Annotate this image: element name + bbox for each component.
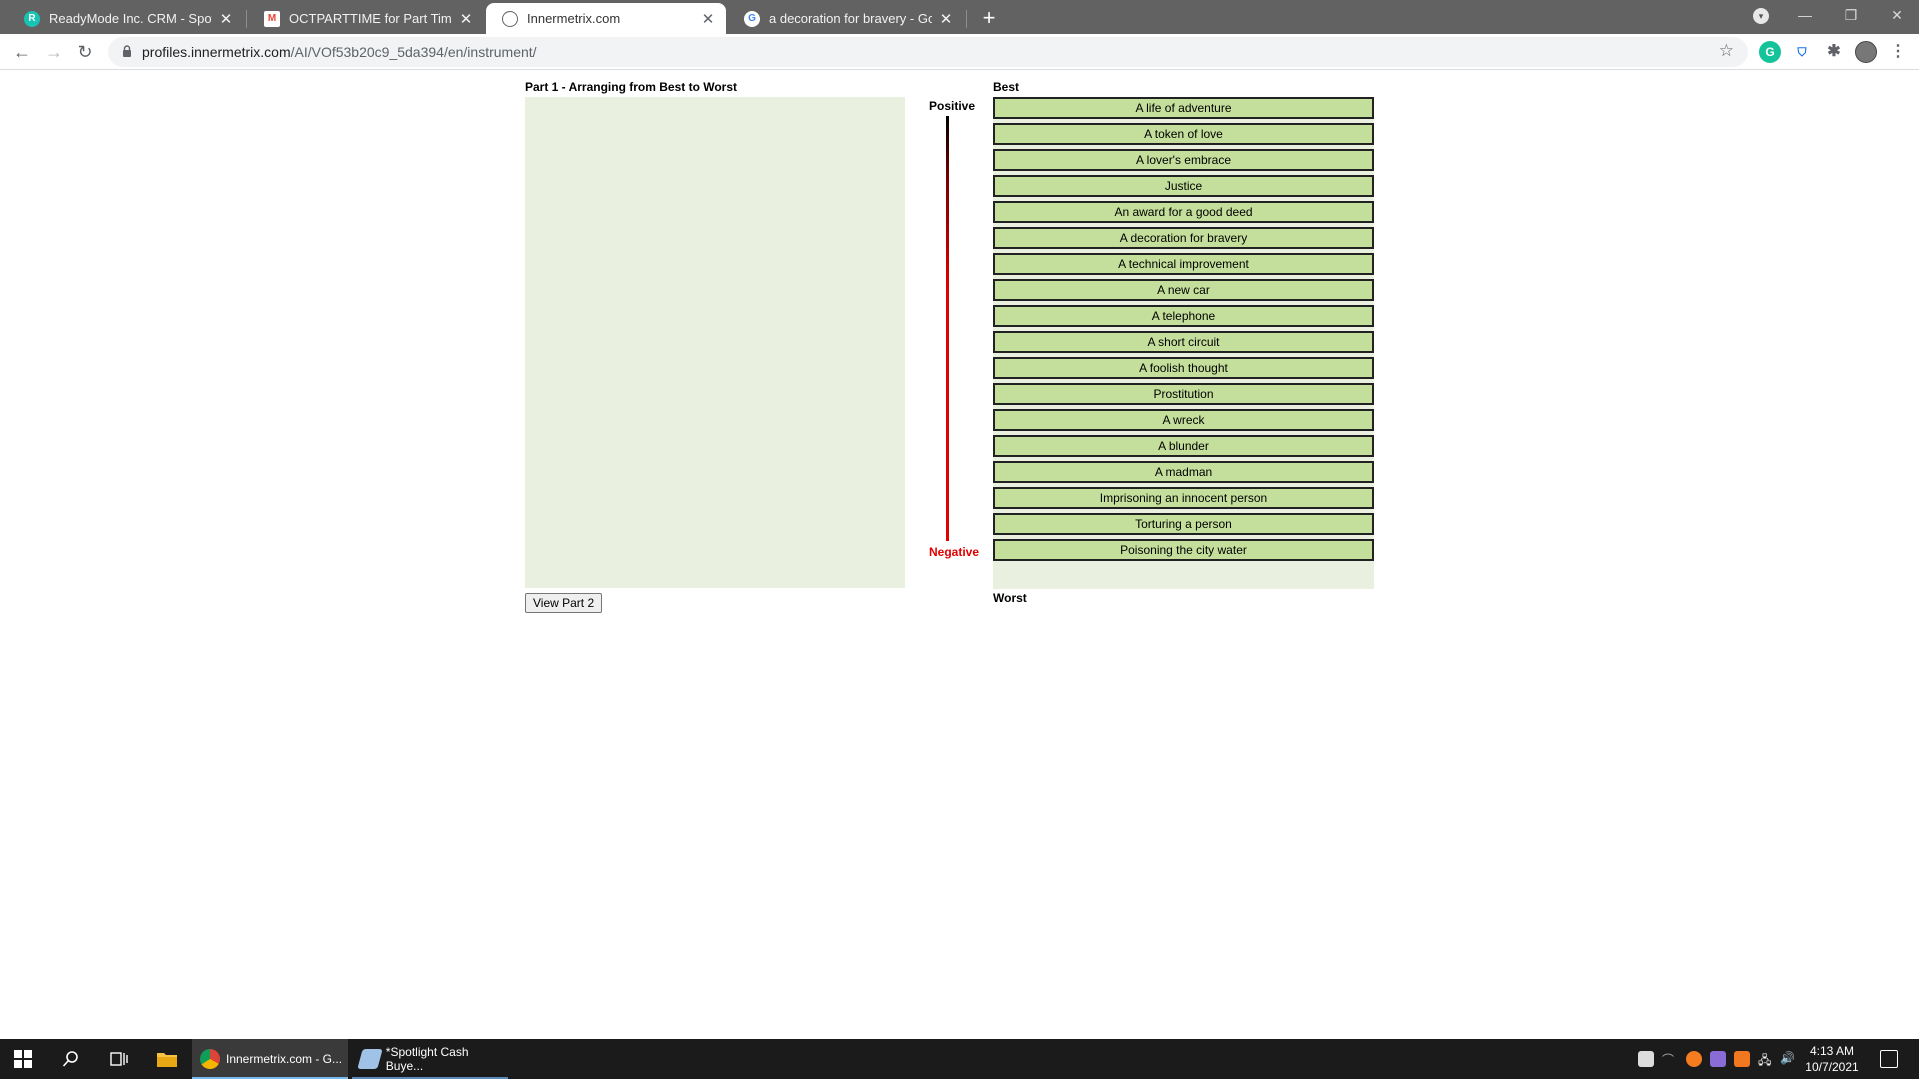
list-item[interactable]: Prostitution xyxy=(993,383,1374,405)
list-item[interactable]: Poisoning the city water xyxy=(993,539,1374,561)
tab-gmail[interactable]: M OCTPARTTIME for Part Time App ✕ xyxy=(248,3,484,34)
list-item[interactable]: A new car xyxy=(993,279,1374,301)
list-item[interactable]: A technical improvement xyxy=(993,253,1374,275)
tab-google-search[interactable]: G a decoration for bravery - Google ✕ xyxy=(728,3,964,34)
google-favicon-icon: G xyxy=(744,10,760,27)
worst-label: Worst xyxy=(993,591,1027,605)
tab-innermetrix[interactable]: Innermetrix.com ✕ xyxy=(486,3,726,34)
search-icon[interactable] xyxy=(48,1039,94,1079)
clock-time: 4:13 AM xyxy=(1809,1044,1855,1058)
taskbar-app-label: *Spotlight Cash Buye... xyxy=(385,1045,469,1073)
tab-search-icon[interactable]: ▾ xyxy=(1753,8,1769,24)
best-label: Best xyxy=(993,80,1020,94)
view-part-2-button[interactable]: View Part 2 xyxy=(525,593,603,613)
notepad-icon xyxy=(357,1049,383,1069)
url-text: profiles.innermetrix.com/AI/VOf53b20c9_5… xyxy=(142,44,537,60)
list-item[interactable]: Torturing a person xyxy=(993,513,1374,535)
tray-orange-icon[interactable] xyxy=(1686,1051,1702,1067)
close-icon[interactable]: ✕ xyxy=(938,10,954,28)
browser-toolbar: ← → ↻ profiles.innermetrix.com/AI/VOf53b… xyxy=(0,34,1919,70)
list-item[interactable]: A lover's embrace xyxy=(993,149,1374,171)
tab-title: ReadyMode Inc. CRM - Spotlight xyxy=(49,11,212,26)
taskbar-app-chrome[interactable]: Innermetrix.com - G... xyxy=(192,1039,348,1079)
ranking-drop-area[interactable] xyxy=(525,97,905,588)
tray-z-icon[interactable] xyxy=(1734,1051,1750,1067)
tab-separator xyxy=(966,10,967,28)
windows-taskbar: Innermetrix.com - G... *Spotlight Cash B… xyxy=(0,1039,1919,1079)
minimize-icon[interactable]: — xyxy=(1782,0,1828,30)
tray-app-icon[interactable] xyxy=(1638,1051,1654,1067)
reload-icon[interactable]: ↻ xyxy=(71,38,99,66)
shield-extension-icon[interactable]: ⛉ xyxy=(1791,41,1813,63)
restore-icon[interactable]: ❐ xyxy=(1828,0,1874,30)
page-title: Part 1 - Arranging from Best to Worst xyxy=(525,80,738,94)
url-host: profiles.innermetrix.com xyxy=(142,44,291,60)
bookmark-star-icon[interactable]: ☆ xyxy=(1719,41,1734,61)
list-item[interactable]: A blunder xyxy=(993,435,1374,457)
tab-separator xyxy=(246,10,247,28)
list-item[interactable]: A life of adventure xyxy=(993,97,1374,119)
taskbar-app-spotlight[interactable]: *Spotlight Cash Buye... xyxy=(352,1039,508,1079)
tab-title: a decoration for bravery - Google xyxy=(769,11,932,26)
chrome-icon xyxy=(200,1049,220,1069)
forward-icon[interactable]: → xyxy=(40,38,68,66)
negative-label: Negative xyxy=(929,545,980,559)
address-bar[interactable]: profiles.innermetrix.com/AI/VOf53b20c9_5… xyxy=(108,37,1748,67)
tab-readymode[interactable]: R ReadyMode Inc. CRM - Spotlight ✕ xyxy=(8,3,244,34)
system-clock[interactable]: 4:13 AM 10/7/2021 xyxy=(1800,1043,1864,1075)
clock-date: 10/7/2021 xyxy=(1805,1060,1859,1074)
taskbar-app-label: Innermetrix.com - G... xyxy=(226,1052,343,1066)
globe-icon xyxy=(502,10,518,27)
lock-icon xyxy=(123,45,131,57)
file-explorer-icon[interactable] xyxy=(144,1039,190,1079)
readymode-favicon-icon: R xyxy=(24,10,40,27)
page-content: Part 1 - Arranging from Best to Worst Vi… xyxy=(0,71,1919,1039)
value-scale-line xyxy=(946,116,949,541)
list-item[interactable]: A madman xyxy=(993,461,1374,483)
tab-strip: R ReadyMode Inc. CRM - Spotlight ✕ M OCT… xyxy=(0,0,1919,34)
windows-start-icon[interactable] xyxy=(0,1039,46,1079)
positive-label: Positive xyxy=(929,99,976,113)
list-item[interactable]: Justice xyxy=(993,175,1374,197)
tab-title: OCTPARTTIME for Part Time App xyxy=(289,11,452,26)
close-icon[interactable]: ✕ xyxy=(458,10,474,28)
tab-title: Innermetrix.com xyxy=(527,11,621,26)
list-item[interactable]: A token of love xyxy=(993,123,1374,145)
tray-chevron-icon[interactable]: ⌒ xyxy=(1662,1051,1678,1067)
list-item[interactable]: A short circuit xyxy=(993,331,1374,353)
new-tab-button[interactable]: + xyxy=(976,5,1002,31)
task-view-icon[interactable] xyxy=(96,1039,142,1079)
list-item[interactable]: An award for a good deed xyxy=(993,201,1374,223)
list-item[interactable]: A foolish thought xyxy=(993,357,1374,379)
menu-kebab-icon[interactable]: ⋮ xyxy=(1887,41,1909,63)
close-icon[interactable]: ✕ xyxy=(218,10,234,28)
window-close-icon[interactable]: ✕ xyxy=(1874,0,1919,30)
tray-pen-icon[interactable] xyxy=(1710,1051,1726,1067)
list-item[interactable]: A telephone xyxy=(993,305,1374,327)
grammarly-icon[interactable]: G xyxy=(1759,41,1781,63)
notifications-icon[interactable] xyxy=(1880,1050,1898,1068)
profile-avatar[interactable] xyxy=(1855,41,1877,63)
volume-icon[interactable]: 🔊 xyxy=(1780,1051,1796,1067)
ranking-item-list: A life of adventure A token of love A lo… xyxy=(993,97,1374,565)
list-item[interactable]: A wreck xyxy=(993,409,1374,431)
extensions-puzzle-icon[interactable]: ✱ xyxy=(1823,41,1845,63)
back-icon[interactable]: ← xyxy=(8,38,36,66)
network-icon[interactable]: 🖧 xyxy=(1758,1051,1774,1067)
url-path: /AI/VOf53b20c9_5da394/en/instrument/ xyxy=(290,44,537,60)
close-icon[interactable]: ✕ xyxy=(700,10,716,28)
gmail-favicon-icon: M xyxy=(264,10,280,27)
list-item[interactable]: Imprisoning an innocent person xyxy=(993,487,1374,509)
list-item[interactable]: A decoration for bravery xyxy=(993,227,1374,249)
